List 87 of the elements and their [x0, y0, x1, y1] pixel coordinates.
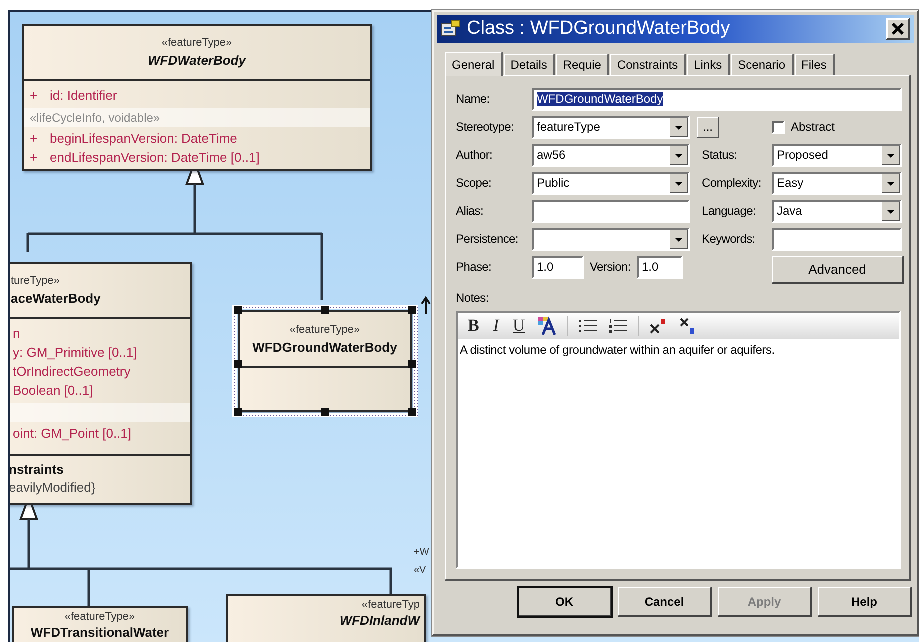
- constraints-heading: nstraints: [10, 462, 65, 479]
- tab[interactable]: Scenario: [731, 54, 794, 75]
- role-label: +W: [414, 547, 430, 558]
- text-field[interactable]: [532, 200, 690, 222]
- stereotype-label: «featureType»: [288, 322, 362, 338]
- browse-button[interactable]: ...: [697, 116, 719, 138]
- advanced-button[interactable]: Advanced: [772, 256, 904, 284]
- field-label: Language:: [702, 204, 758, 218]
- underline-button[interactable]: U: [511, 316, 528, 336]
- field-label: Scope:: [456, 176, 493, 190]
- stereotype-label: «featureTyp: [360, 598, 420, 613]
- class-name: WFDInlandW: [338, 613, 420, 629]
- window-title: Class : WFDGroundWaterBody: [467, 18, 732, 40]
- stereotype-band: «lifeCycleInfo, voidable»: [24, 108, 370, 127]
- field-label: Persistence:: [456, 232, 520, 246]
- dropdown[interactable]: [532, 228, 690, 250]
- tab[interactable]: Details: [504, 54, 556, 75]
- visibility-symbol: +: [30, 150, 39, 165]
- attribute-text: oint: GM_Point [0..1]: [13, 426, 132, 441]
- stereotype-label: «featureType»: [160, 36, 234, 51]
- caret-icon: [669, 174, 688, 192]
- dropdown[interactable]: featureType: [532, 116, 690, 138]
- dropdown[interactable]: Proposed: [772, 144, 902, 166]
- dropdown[interactable]: Java: [772, 200, 902, 222]
- role-label: «V: [414, 565, 426, 576]
- name-field[interactable]: WFDGroundWaterBody: [532, 88, 902, 110]
- class-box[interactable]: «featureTyp WFDInlandW: [226, 594, 426, 642]
- class-name: WFDTransitionalWater: [30, 625, 170, 641]
- text-color-icon[interactable]: [537, 316, 558, 336]
- tab[interactable]: Files: [794, 54, 835, 75]
- class-name: WFDWaterBody: [147, 52, 248, 70]
- caret-icon: [669, 230, 688, 248]
- attribute-text: beginLifespanVersion: DateTime: [50, 131, 238, 146]
- notes-text: A distinct volume of groundwater within an aquifer or aquifers.: [459, 342, 776, 359]
- dialog-button[interactable]: Cancel: [618, 587, 712, 617]
- arrow-icon: [421, 296, 431, 315]
- field-label: Complexity:: [702, 176, 762, 190]
- stereotype-label: tureType»: [11, 274, 61, 289]
- field-label: Alias:: [456, 204, 485, 218]
- dropdown[interactable]: aw56: [532, 144, 690, 166]
- attribute-text: y: GM_Primitive [0..1]: [13, 345, 138, 360]
- italic-button[interactable]: I: [491, 316, 502, 336]
- caret-icon: [669, 146, 688, 164]
- field-label: Name:: [456, 92, 491, 106]
- class-box[interactable]: «featureType» WFDGroundWaterBody: [238, 310, 412, 412]
- field-label: Stereotype:: [456, 120, 516, 134]
- tab[interactable]: Requie: [556, 54, 610, 75]
- caret-icon: [881, 146, 900, 164]
- attribute-text: endLifespanVersion: DateTime [0..1]: [50, 150, 260, 165]
- bold-button[interactable]: B: [466, 316, 482, 336]
- dialog-button[interactable]: Help: [818, 587, 912, 617]
- field-label: Keywords:: [702, 232, 756, 246]
- caret-icon: [669, 118, 688, 136]
- text-field[interactable]: [772, 228, 902, 250]
- close-icon: [891, 22, 905, 36]
- abstract-checkbox[interactable]: Abstract: [772, 120, 902, 134]
- attribute-text: tOrIndirectGeometry: [13, 364, 131, 379]
- notes-editor[interactable]: B I U A distinct volume of groundwater within an aquifer or aquifers.: [456, 311, 901, 569]
- field-label: Author:: [456, 148, 494, 162]
- tab[interactable]: General: [445, 52, 503, 76]
- attribute-text: Boolean [0..1]: [13, 383, 94, 398]
- tab[interactable]: Constraints: [610, 54, 686, 75]
- visibility-symbol: +: [30, 88, 39, 103]
- numbered-list-icon[interactable]: [608, 316, 628, 336]
- text-field[interactable]: 1.0: [636, 256, 683, 278]
- class-box[interactable]: «featureType» WFDTransitionalWater: [12, 606, 188, 642]
- caret-icon: [881, 202, 900, 220]
- visibility-symbol: +: [30, 131, 39, 146]
- dropdown[interactable]: Public: [532, 172, 690, 194]
- close-button[interactable]: [886, 18, 910, 40]
- text-field[interactable]: 1.0: [532, 256, 584, 278]
- tab[interactable]: Links: [687, 54, 730, 75]
- field-label: Phase:: [456, 260, 493, 274]
- field-label: Version:: [590, 260, 631, 274]
- field-label: Status:: [702, 148, 738, 162]
- stereotype-label: «featureType»: [64, 610, 136, 625]
- field-label: Notes:: [456, 291, 490, 305]
- attribute-text: id: Identifier: [50, 88, 118, 103]
- class-name: aceWaterBody: [11, 290, 102, 308]
- dialog-button[interactable]: OK: [518, 587, 612, 617]
- class-box[interactable]: «featureType» WFDWaterBody + id: Identifier «lifeCycleInfo, voidable» + beginLifespanVersion: DateTime + endLifespanVersion: DateTime [0..1]: [22, 24, 372, 171]
- class-icon: [441, 20, 461, 38]
- attribute-text: n: [13, 326, 20, 341]
- dropdown[interactable]: Easy: [772, 172, 902, 194]
- selection-frame[interactable]: [231, 304, 419, 418]
- caret-icon: [881, 174, 900, 192]
- class-name: WFDGroundWaterBody: [252, 338, 398, 356]
